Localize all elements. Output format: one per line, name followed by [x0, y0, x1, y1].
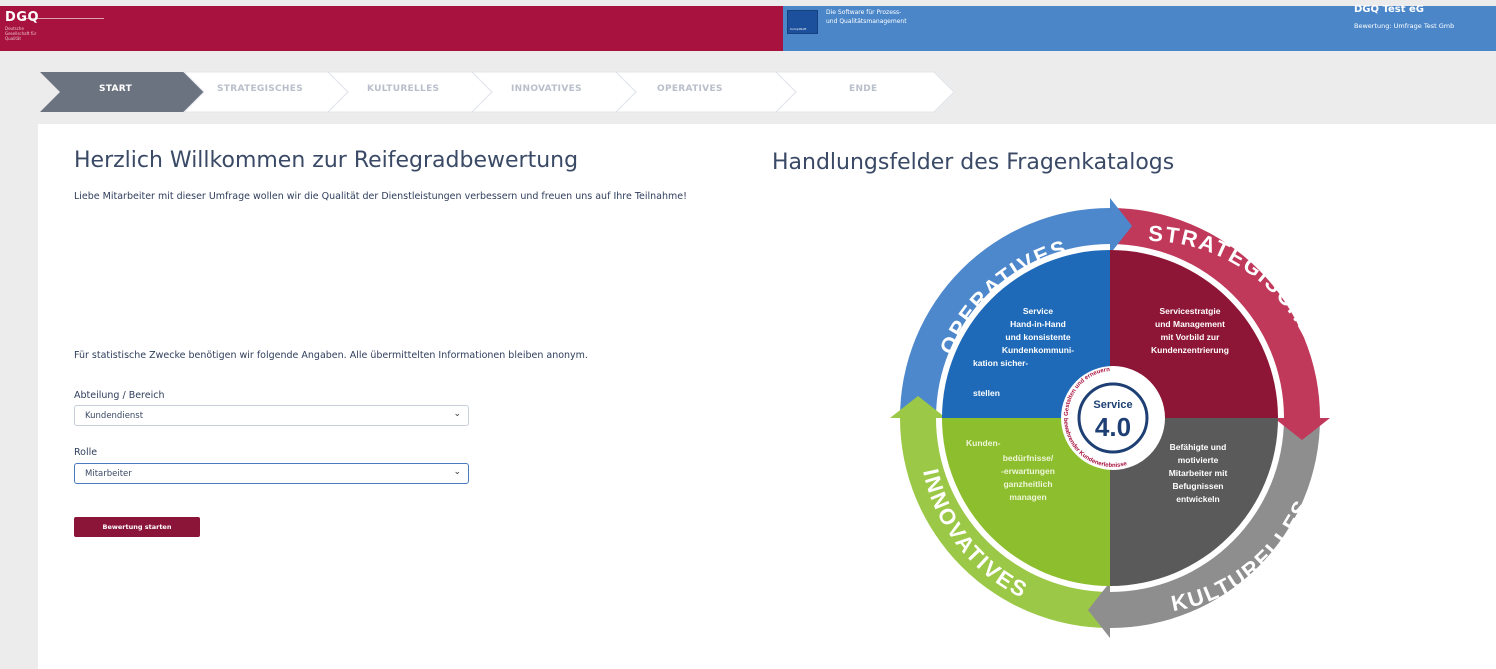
innovatives-text-4: ganzheitlich [1003, 479, 1052, 489]
step-operatives[interactable]: OPERATIVES [657, 84, 723, 94]
organization-name[interactable]: DGQ Test eG [1354, 4, 1424, 15]
product-logo[interactable]: CompliSoft [787, 10, 818, 34]
operatives-text-3: und konsistente [1005, 332, 1070, 342]
product-tagline: Die Software für Prozess- und Qualitätsm… [826, 8, 986, 26]
innovatives-text-2: bedürfnisse/ [1003, 453, 1054, 463]
step-innovatives[interactable]: INNOVATIVES [511, 84, 582, 94]
step-strategisches[interactable]: STRATEGISCHES [217, 84, 303, 94]
intro-text: Liebe Mitarbeiter mit dieser Umfrage wol… [74, 191, 687, 202]
kulturelles-text-5: entwickeln [1176, 494, 1219, 504]
center-version: 4.0 [1095, 412, 1131, 442]
service-wheel-diagram: OPERATIVES STRATEGISCHES KULTURELLES INN… [890, 198, 1330, 638]
operatives-text-5: kation sicher- [973, 358, 1028, 368]
operatives-text-2: Hand-in-Hand [1010, 319, 1066, 329]
kulturelles-text-3: Mitarbeiter mit [1169, 468, 1228, 478]
product-logo-text: CompliSoft [790, 27, 807, 31]
strategisches-text-2: und Management [1155, 319, 1225, 329]
kulturelles-text-1: Befähigte und [1170, 442, 1227, 452]
header-brand-area: DGQ Deutsche Gesellschaft für Qualität [0, 6, 783, 51]
step-start[interactable]: START [99, 84, 132, 94]
product-tagline-line-2: und Qualitätsmanagement [826, 18, 907, 25]
operatives-text-4: Kundenkommuni- [1002, 345, 1074, 355]
role-select[interactable]: Mitarbeiter ⌄ [74, 463, 469, 484]
strategisches-text-4: Kundenzentrierung [1151, 345, 1229, 355]
strategisches-text-3: mit Vorbild zur [1161, 332, 1221, 342]
department-select-value: Kundendienst [85, 411, 144, 421]
page-title: Herzlich Willkommen zur Reifegradbewertu… [74, 148, 579, 173]
diagram-title: Handlungsfelder des Fragenkatalogs [772, 150, 1175, 175]
role-label: Rolle [74, 447, 98, 458]
product-tagline-line-1: Die Software für Prozess- [826, 9, 902, 16]
kulturelles-text-4: Befugnissen [1172, 481, 1223, 491]
arrow-kulturelles [1088, 582, 1110, 638]
innovatives-text-5: managen [1009, 492, 1046, 502]
innovatives-text-1: Kunden- [966, 438, 1001, 448]
operatives-text-1: Service [1023, 306, 1054, 316]
progress-steps: START STRATEGISCHES KULTURELLES INNOVATI… [36, 70, 956, 114]
kulturelles-text-2: motivierte [1178, 455, 1219, 465]
statistics-note: Für statistische Zwecke benötigen wir fo… [74, 350, 588, 361]
arrow-operatives [1110, 198, 1132, 254]
strategisches-text-1: Servicestratgie [1160, 306, 1221, 316]
chevron-down-icon: ⌄ [453, 409, 461, 419]
department-label: Abteilung / Bereich [74, 390, 165, 401]
chevron-down-icon: ⌄ [453, 467, 461, 477]
step-ende[interactable]: ENDE [849, 84, 878, 94]
dgq-logo-subtitle: Deutsche Gesellschaft für Qualität [5, 26, 37, 41]
innovatives-text-3: -erwartungen [1001, 466, 1055, 476]
step-kulturelles[interactable]: KULTURELLES [367, 84, 439, 94]
department-select[interactable]: Kundendienst ⌄ [74, 405, 469, 426]
role-select-value: Mitarbeiter [85, 469, 132, 479]
center-service-word: Service [1093, 399, 1132, 411]
steps-chevrons [40, 71, 955, 113]
top-header: DGQ Deutsche Gesellschaft für Qualität [0, 6, 1496, 51]
arrow-strategisches [1274, 418, 1330, 440]
operatives-text-6: stellen [973, 388, 1000, 398]
start-assessment-button[interactable]: Bewertung starten [74, 517, 200, 537]
arrow-innovatives [890, 396, 946, 418]
logo-divider [22, 18, 104, 19]
assessment-name: Bewertung: Umfrage Test Gmb [1354, 22, 1455, 30]
